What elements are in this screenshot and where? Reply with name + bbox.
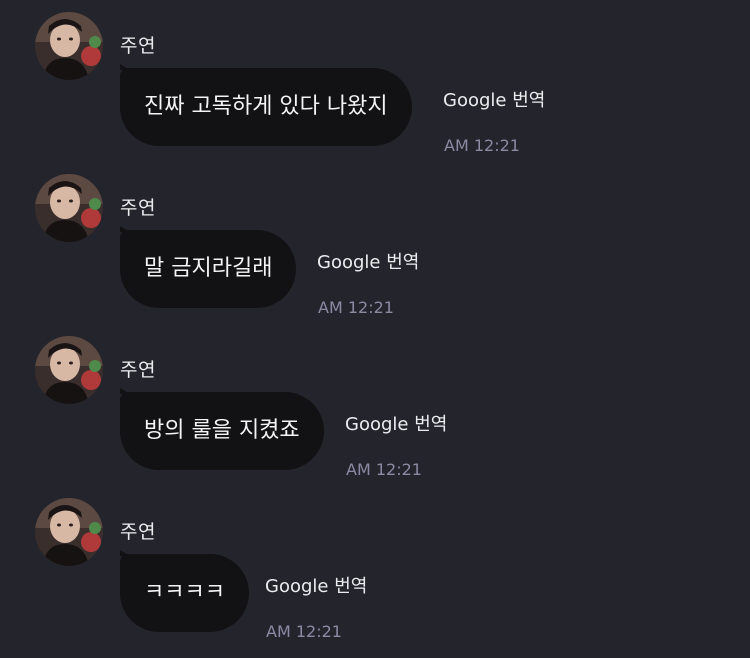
chat-message: 주연 진짜 고독하게 있다 나왔지 Google 번역 AM 12:21: [0, 0, 750, 162]
google-translate-link[interactable]: Google 번역: [317, 252, 419, 274]
message-bubble[interactable]: 진짜 고독하게 있다 나왔지: [120, 68, 412, 146]
avatar-photo-icon: [35, 498, 103, 566]
google-translate-link[interactable]: Google 번역: [345, 414, 447, 436]
message-bubble[interactable]: ㅋㅋㅋㅋ: [120, 554, 249, 632]
avatar-photo-icon: [35, 336, 103, 404]
avatar[interactable]: [35, 174, 103, 242]
message-bubble[interactable]: 말 금지라길래: [120, 230, 297, 308]
message-time: AM 12:21: [318, 298, 394, 317]
avatar[interactable]: [35, 12, 103, 80]
chat-message: 주연 말 금지라길래 Google 번역 AM 12:21: [0, 162, 750, 324]
sender-name: 주연: [120, 197, 156, 219]
chat-message: 주연 ㅋㅋㅋㅋ Google 번역 AM 12:21: [0, 486, 750, 648]
google-translate-link[interactable]: Google 번역: [265, 576, 367, 598]
sender-name: 주연: [120, 521, 156, 543]
avatar-photo-icon: [35, 174, 103, 242]
message-time: AM 12:21: [444, 136, 520, 155]
message-time: AM 12:21: [266, 622, 342, 641]
message-bubble[interactable]: 방의 룰을 지켰죠: [120, 392, 324, 470]
avatar[interactable]: [35, 498, 103, 566]
chat-message: 주연 방의 룰을 지켰죠 Google 번역 AM 12:21: [0, 324, 750, 486]
avatar-photo-icon: [35, 12, 103, 80]
google-translate-link[interactable]: Google 번역: [443, 90, 545, 112]
sender-name: 주연: [120, 359, 156, 381]
avatar[interactable]: [35, 336, 103, 404]
chat-thread: 주연 진짜 고독하게 있다 나왔지 Google 번역 AM 12:21 주연 …: [0, 0, 750, 658]
message-time: AM 12:21: [346, 460, 422, 479]
sender-name: 주연: [120, 35, 156, 57]
